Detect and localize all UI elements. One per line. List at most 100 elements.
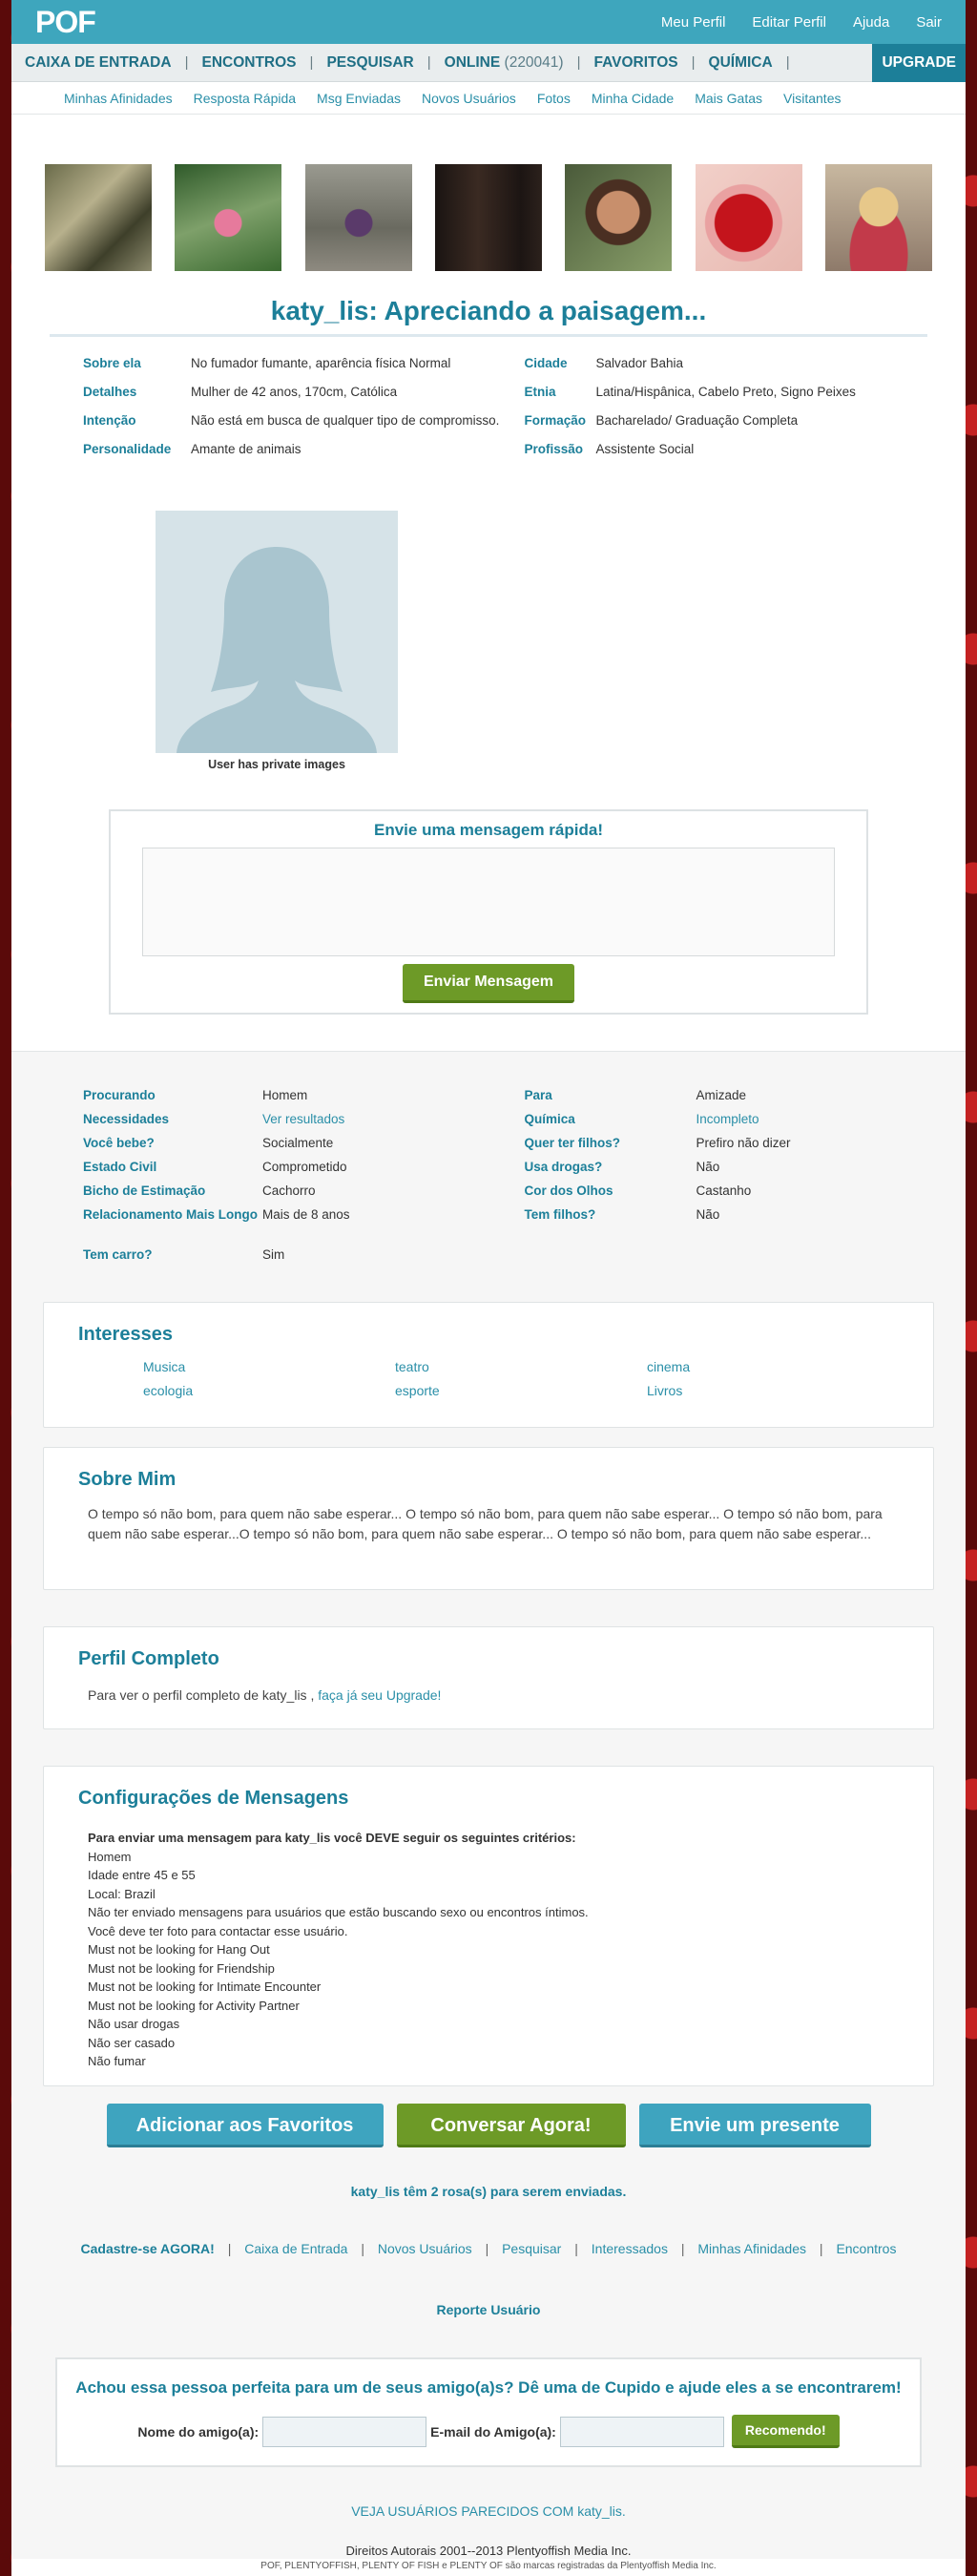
- footer-separator: |: [819, 2241, 823, 2256]
- add-favorite-button[interactable]: Adicionar aos Favoritos: [106, 2104, 384, 2147]
- interests-panel: Interesses Musica teatro cinema ecologia…: [43, 1302, 934, 1428]
- detail-row: Formação Bacharelado/ Graduação Completa: [525, 408, 967, 436]
- nav-favorites[interactable]: FAVORITOS: [580, 54, 691, 72]
- profile-photo[interactable]: [434, 164, 542, 271]
- profile-photo[interactable]: [695, 164, 802, 271]
- interest-link[interactable]: cinema: [647, 1359, 899, 1374]
- attribute-row: Bicho de Estimação Cachorro: [83, 1182, 525, 1205]
- footer-link[interactable]: Interessados: [592, 2241, 668, 2256]
- detail-row: Detalhes Mulher de 42 anos, 170cm, Católi…: [83, 379, 525, 408]
- page: POF Meu Perfil Editar Perfil Ajuda Sair …: [11, 0, 966, 2576]
- attribute-value: Não: [696, 1160, 720, 1174]
- footer-link[interactable]: Caixa de Entrada: [244, 2241, 347, 2256]
- nav-upgrade[interactable]: UPGRADE: [872, 43, 966, 82]
- detail-label: Sobre ela: [83, 356, 141, 370]
- criteria-item: Não ter enviado mensagens para usuários …: [88, 1905, 589, 1919]
- signup-link[interactable]: Cadastre-se AGORA!: [81, 2241, 215, 2256]
- send-gift-button[interactable]: Envie um presente: [638, 2104, 871, 2147]
- subnav-new-users[interactable]: Novos Usuários: [422, 91, 516, 106]
- detail-row: Etnia Latina/Hispânica, Cabelo Preto, Sig…: [525, 379, 967, 408]
- attribute-label: Cor dos Olhos: [524, 1183, 613, 1198]
- chemistry-incomplete-link[interactable]: Incompleto: [696, 1110, 759, 1134]
- criteria-item: Local: Brazil: [88, 1886, 156, 1901]
- nav-meet[interactable]: ENCONTROS: [188, 54, 309, 72]
- interest-link[interactable]: Musica: [143, 1359, 395, 1374]
- complete-profile-text: Para ver o perfil completo de katy_lis ,…: [78, 1670, 899, 1707]
- subnav-my-city[interactable]: Minha Cidade: [592, 91, 674, 106]
- trademark-notice: POF, PLENTYOFFISH, PLENTY OF FISH e PLEN…: [260, 2561, 717, 2571]
- profile-details: Sobre ela No fumador fumante, aparência f…: [11, 337, 966, 465]
- profile-photo[interactable]: [45, 164, 152, 271]
- interest-link[interactable]: ecologia: [143, 1383, 395, 1398]
- attribute-row: Procurando Homem: [83, 1086, 525, 1110]
- interest-link[interactable]: Livros: [647, 1383, 899, 1398]
- attribute-row: Tem filhos? Não: [525, 1205, 967, 1229]
- subnav-hot[interactable]: Mais Gatas: [695, 91, 762, 106]
- profile-photo[interactable]: [175, 164, 282, 271]
- pof-logo[interactable]: POF: [35, 5, 96, 40]
- friend-email-input[interactable]: [559, 2416, 724, 2447]
- friend-name-input[interactable]: [262, 2416, 427, 2447]
- detail-row: Intenção Não está em busca de qualquer ti…: [83, 408, 525, 436]
- roses-info: katy_lis têm 2 rosa(s) para serem enviad…: [350, 2184, 627, 2199]
- message-settings-panel: Configurações de Mensagens Para enviar u…: [43, 1766, 934, 2086]
- recommend-button[interactable]: Recomendo!: [731, 2415, 840, 2448]
- logout-link[interactable]: Sair: [916, 14, 942, 31]
- detail-row: Profissão Assistente Social: [525, 436, 967, 465]
- footer-link[interactable]: Pesquisar: [502, 2241, 561, 2256]
- attribute-value: Castanho: [696, 1183, 752, 1198]
- interest-link[interactable]: teatro: [395, 1359, 647, 1374]
- profile-photo[interactable]: [565, 164, 673, 271]
- cupid-box: Achou essa pessoa perfeita para um de se…: [55, 2357, 922, 2467]
- footer-link[interactable]: Encontros: [836, 2241, 896, 2256]
- see-results-link[interactable]: Ver resultados: [262, 1110, 344, 1134]
- attribute-label: Quer ter filhos?: [524, 1136, 621, 1150]
- nav-chemistry[interactable]: QUÍMICA: [696, 54, 786, 72]
- profile-photo[interactable]: [304, 164, 412, 271]
- edit-profile-link[interactable]: Editar Perfil: [752, 14, 826, 31]
- subnav-photos[interactable]: Fotos: [537, 91, 571, 106]
- detail-value: Latina/Hispânica, Cabelo Preto, Signo Pe…: [595, 385, 856, 399]
- interest-link[interactable]: esporte: [395, 1383, 647, 1398]
- subnav-visitors[interactable]: Visitantes: [783, 91, 841, 106]
- private-image-block: User has private images: [156, 511, 398, 771]
- attribute-label: Estado Civil: [83, 1160, 157, 1174]
- subnav-matches[interactable]: Minhas Afinidades: [64, 91, 173, 106]
- help-link[interactable]: Ajuda: [853, 14, 889, 31]
- detail-value: Não está em busca de qualquer tipo de co…: [191, 413, 500, 428]
- attribute-row: Para Amizade: [525, 1086, 967, 1110]
- details-left: Sobre ela No fumador fumante, aparência f…: [83, 350, 525, 465]
- detail-value: Mulher de 42 anos, 170cm, Católica: [191, 385, 398, 399]
- criteria-item: Não ser casado: [88, 2035, 176, 2050]
- footer-link[interactable]: Novos Usuários: [378, 2241, 472, 2256]
- criteria-item: Must not be looking for Activity Partner: [88, 1998, 300, 2013]
- profile-photo[interactable]: [824, 164, 932, 271]
- attribute-value: Amizade: [696, 1088, 747, 1102]
- nav-search[interactable]: PESQUISAR: [313, 54, 426, 72]
- similar-users-link[interactable]: VEJA USUÁRIOS PARECIDOS COM katy_lis.: [11, 2503, 966, 2519]
- attribute-row: Cor dos Olhos Castanho: [525, 1182, 967, 1205]
- attributes-left: Procurando Homem Necessidades Ver resultad…: [83, 1086, 525, 1269]
- subnav-sent[interactable]: Msg Enviadas: [317, 91, 401, 106]
- attribute-row: Química Incompleto: [525, 1110, 967, 1134]
- footer-link[interactable]: Minhas Afinidades: [697, 2241, 806, 2256]
- report-user-link[interactable]: Reporte Usuário: [11, 2302, 966, 2317]
- quick-message-textarea[interactable]: [142, 848, 835, 956]
- my-profile-link[interactable]: Meu Perfil: [661, 14, 726, 31]
- upgrade-link[interactable]: faça já seu Upgrade!: [318, 1687, 441, 1703]
- message-criteria: Para enviar uma mensagem para katy_lis v…: [78, 1810, 899, 2071]
- detail-label: Personalidade: [83, 442, 172, 456]
- details-right: Cidade Salvador Bahia Etnia Latina/Hispâni…: [525, 350, 967, 465]
- attribute-label: Tem filhos?: [524, 1207, 596, 1222]
- attribute-row: Você bebe? Socialmente: [83, 1134, 525, 1158]
- attribute-row: Relacionamento Mais Longo Mais de 8 anos: [83, 1205, 525, 1246]
- chat-now-button[interactable]: Conversar Agora!: [396, 2104, 626, 2147]
- footer-separator: |: [485, 2241, 489, 2256]
- send-message-button[interactable]: Enviar Mensagem: [402, 964, 575, 1003]
- detail-label: Cidade: [524, 356, 568, 370]
- criteria-item: Idade entre 45 e 55: [88, 1868, 196, 1882]
- nav-inbox[interactable]: CAIXA DE ENTRADA: [11, 54, 185, 72]
- attribute-value: Socialmente: [262, 1136, 334, 1150]
- subnav-quick-reply[interactable]: Resposta Rápida: [194, 91, 296, 106]
- nav-online[interactable]: ONLINE (220041): [431, 54, 577, 72]
